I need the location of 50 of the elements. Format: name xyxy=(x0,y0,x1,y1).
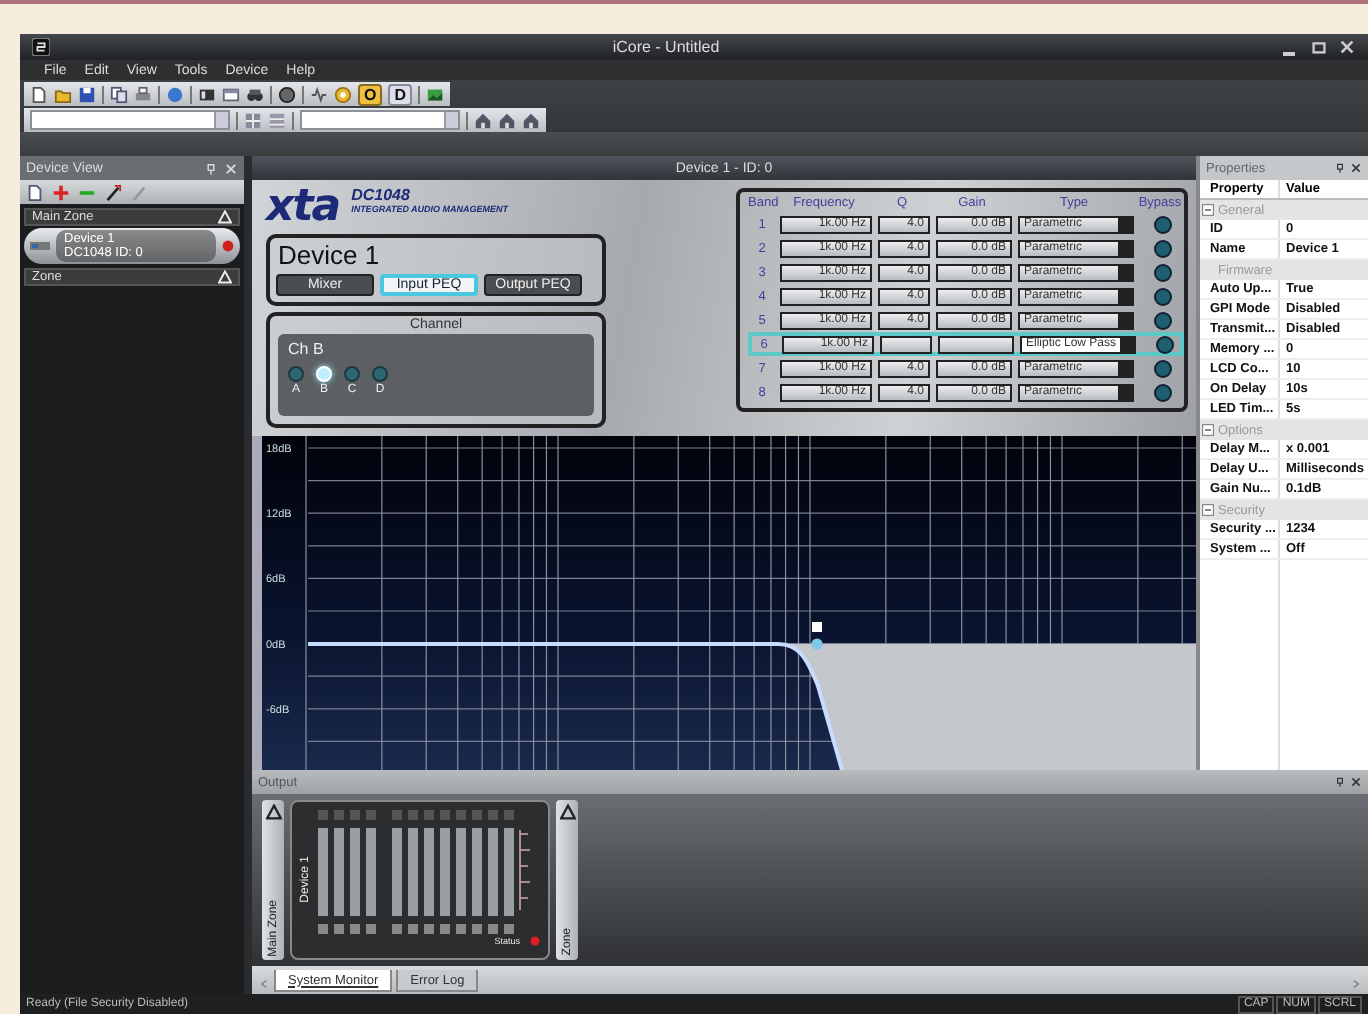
triangle-icon[interactable] xyxy=(559,804,575,820)
scroll-right-icon[interactable] xyxy=(1350,976,1362,992)
maximize-icon xyxy=(1310,38,1328,56)
app-icon xyxy=(32,38,50,56)
toolbar-button[interactable]: O xyxy=(358,83,383,105)
close-icon[interactable] xyxy=(1350,162,1362,174)
circle-icon[interactable] xyxy=(278,85,296,103)
save-icon[interactable] xyxy=(78,85,96,103)
device-title: Device 1 xyxy=(276,238,382,270)
collapse-icon[interactable] xyxy=(1202,504,1214,516)
channel-radio[interactable] xyxy=(288,366,304,382)
binoculars-icon[interactable] xyxy=(246,85,264,103)
window-icon[interactable] xyxy=(222,85,240,103)
gain-field[interactable] xyxy=(938,336,1014,354)
copy-icon[interactable] xyxy=(110,85,128,103)
house-icon[interactable] xyxy=(474,111,492,129)
plus-icon[interactable] xyxy=(52,183,70,201)
collapse-icon[interactable] xyxy=(1202,424,1214,436)
status-dot-icon xyxy=(222,240,234,252)
toolbar-button[interactable]: D xyxy=(388,83,413,105)
minimize-icon xyxy=(1282,52,1296,56)
folder-icon[interactable] xyxy=(54,85,72,103)
status-led-icon xyxy=(530,936,540,946)
collapse-icon[interactable] xyxy=(1202,204,1214,216)
pin-icon[interactable] xyxy=(1334,776,1346,788)
window-title: iCore - Untitled xyxy=(610,38,722,56)
triangle-icon[interactable] xyxy=(265,804,281,820)
house-icon[interactable] xyxy=(498,111,516,129)
q-field[interactable] xyxy=(880,336,932,354)
scroll-left-icon[interactable] xyxy=(258,976,270,992)
curve-handle[interactable] xyxy=(812,622,822,632)
channel-radio[interactable] xyxy=(344,366,360,382)
device-thumbnail-icon xyxy=(30,236,50,256)
device-icon[interactable] xyxy=(198,85,216,103)
new-file-icon[interactable] xyxy=(30,85,48,103)
house-icon[interactable] xyxy=(522,111,540,129)
close-icon[interactable] xyxy=(1350,776,1362,788)
maximize-button[interactable] xyxy=(1310,38,1328,56)
band-marker[interactable] xyxy=(811,638,823,650)
grid-icon[interactable] xyxy=(244,111,262,129)
picture-icon[interactable] xyxy=(426,85,445,103)
brand-logo: xta xyxy=(266,188,340,228)
pin-icon[interactable] xyxy=(1334,162,1346,174)
close-button[interactable] xyxy=(1338,38,1356,56)
close-icon xyxy=(1338,38,1356,56)
channel-name: Ch B xyxy=(288,340,326,358)
channel-radio[interactable] xyxy=(372,366,388,382)
printer-icon[interactable] xyxy=(134,85,152,103)
waveform-icon[interactable] xyxy=(310,85,328,103)
model-name: DC1048 xyxy=(351,186,410,204)
